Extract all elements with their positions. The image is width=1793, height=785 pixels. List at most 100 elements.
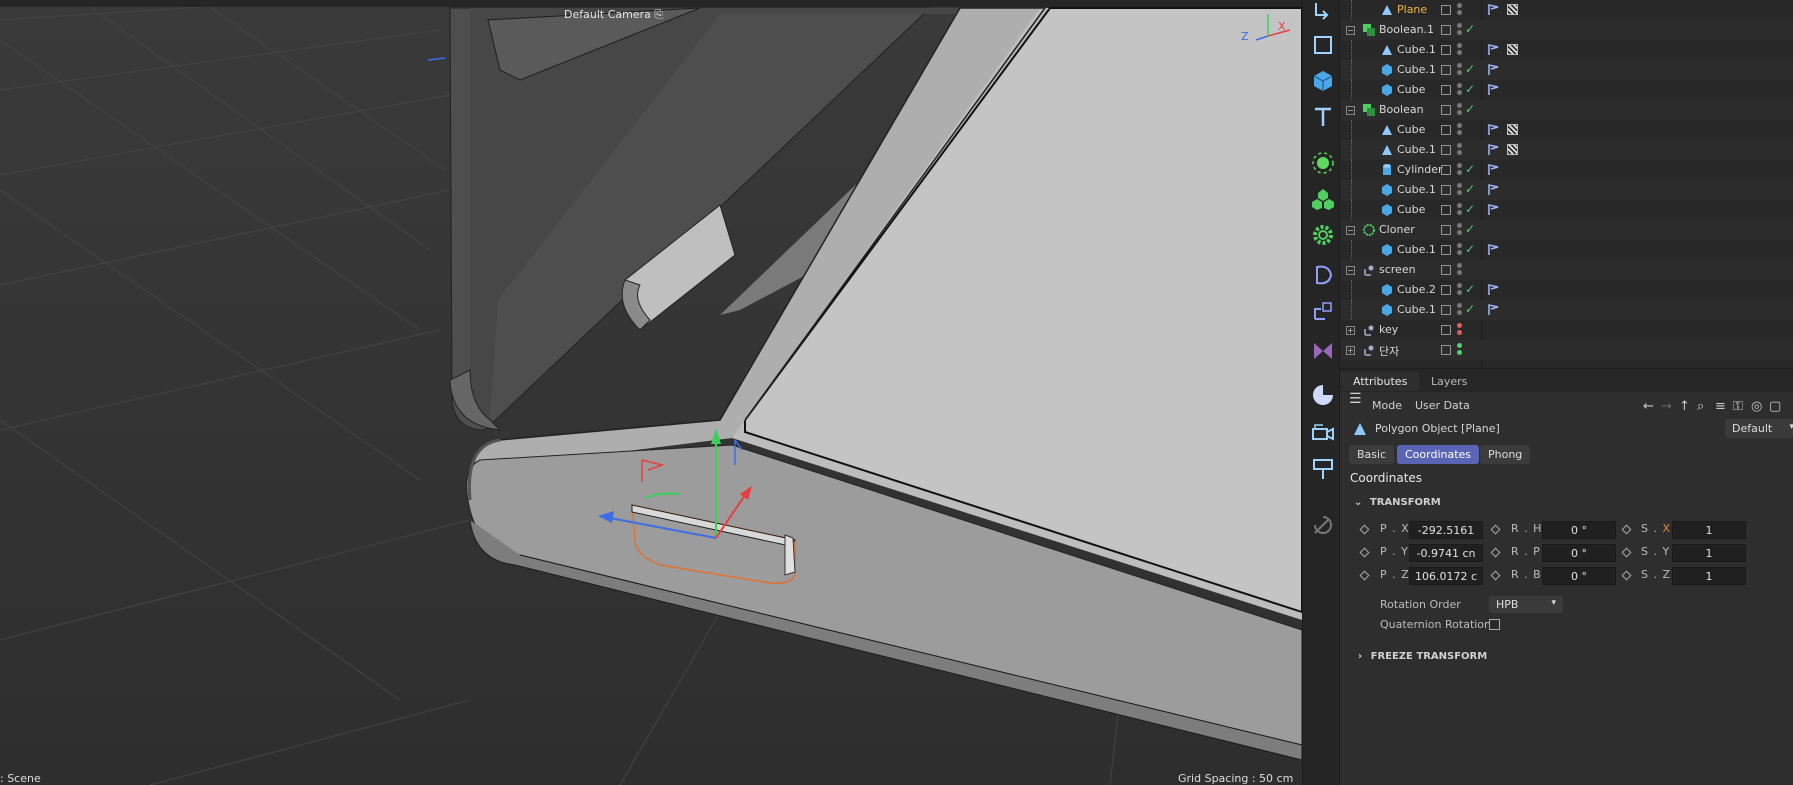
editor-visibility-icon[interactable] [1441,325,1451,335]
editor-visibility-icon[interactable] [1441,145,1451,155]
enabled-check-icon[interactable]: ✓ [1465,22,1475,36]
collapse-icon[interactable]: − [1346,226,1355,235]
editor-visibility-icon[interactable] [1441,85,1451,95]
tag-flag-icon[interactable] [1488,44,1499,55]
editor-visibility-icon[interactable] [1441,165,1451,175]
camera-name[interactable]: Default Camera [564,8,651,21]
editor-visibility-icon[interactable] [1441,185,1451,195]
hamburger-menu-icon[interactable]: ☰ [1349,391,1362,407]
keyframe-diamond-icon[interactable] [1359,570,1370,581]
keyframe-diamond-icon[interactable] [1490,524,1501,535]
enabled-check-icon[interactable]: ✓ [1465,282,1475,296]
visibility-dots-icon[interactable] [1457,283,1463,297]
editor-visibility-icon[interactable] [1441,205,1451,215]
rotation-b-field[interactable]: 0 ° [1542,567,1616,585]
enabled-check-icon[interactable]: ✓ [1465,182,1475,196]
object-row[interactable]: Cube.1 ✓ [1341,240,1793,260]
collapse-icon[interactable]: − [1346,106,1355,115]
enabled-check-icon[interactable]: ✓ [1465,82,1475,96]
enabled-check-icon[interactable]: ✓ [1465,222,1475,236]
visibility-dots-icon[interactable] [1457,343,1463,357]
target-icon[interactable]: ◎ [1751,399,1762,414]
expand-icon[interactable]: + [1346,346,1355,355]
rotation-h-field[interactable]: 0 ° [1542,521,1616,539]
tag-flag-icon[interactable] [1488,64,1499,75]
mograph-icon[interactable] [1310,186,1336,212]
object-row[interactable]: Cube ✓ [1341,200,1793,220]
visibility-dots-icon[interactable] [1457,243,1463,257]
camera-icon[interactable] [1310,420,1336,446]
editor-visibility-icon[interactable] [1441,345,1451,355]
material-icon[interactable] [1310,382,1336,408]
editor-visibility-icon[interactable] [1441,305,1451,315]
subtab-coordinates[interactable]: Coordinates [1397,445,1480,464]
render-icon[interactable] [1310,456,1336,482]
object-name[interactable]: Boolean.1 [1379,23,1434,36]
visibility-dots-icon[interactable] [1457,223,1463,237]
visibility-dots-icon[interactable] [1457,103,1463,117]
object-row[interactable]: Cube.1 [1341,140,1793,160]
scale-z-field[interactable]: 1 [1672,567,1746,585]
expand-icon[interactable]: + [1346,326,1355,335]
tag-flag-icon[interactable] [1488,304,1499,315]
object-name[interactable]: Cube.1 [1397,43,1436,56]
tag-flag-icon[interactable] [1488,204,1499,215]
keyframe-diamond-icon[interactable] [1359,524,1370,535]
filter-icon[interactable]: ≡ [1715,399,1726,414]
editor-visibility-icon[interactable] [1441,285,1451,295]
position-x-field[interactable]: -292.5161 [1409,521,1483,539]
text-icon[interactable] [1310,104,1336,130]
tag-flag-icon[interactable] [1488,284,1499,295]
object-name[interactable]: Cube.1 [1397,63,1436,76]
enabled-check-icon[interactable]: ✓ [1465,202,1475,216]
object-row[interactable]: + 단자 [1341,340,1793,360]
object-name[interactable]: Cylinder [1397,163,1443,176]
visibility-dots-icon[interactable] [1457,3,1463,17]
move-tool-icon[interactable] [1310,0,1336,26]
scale-x-field[interactable]: 1 [1672,521,1746,539]
object-row[interactable]: Cube.1 [1341,40,1793,60]
keyframe-diamond-icon[interactable] [1490,547,1501,558]
tag-flag-icon[interactable] [1488,124,1499,135]
mode-menu[interactable]: Mode [1372,399,1402,412]
search-icon[interactable]: ⌕ [1697,399,1704,414]
object-row[interactable]: Plane [1341,0,1793,20]
enabled-check-icon[interactable]: ✓ [1465,302,1475,316]
visibility-dots-icon[interactable] [1457,323,1463,337]
object-row[interactable]: − Boolean.1 ✓ [1341,20,1793,40]
cube-solid-icon[interactable] [1310,68,1336,94]
position-y-field[interactable]: -0.9741 cn [1409,544,1483,562]
back-arrow-icon[interactable]: ← [1643,399,1654,414]
object-row[interactable]: Cube.1 ✓ [1341,180,1793,200]
visibility-dots-icon[interactable] [1457,43,1463,57]
enabled-check-icon[interactable]: ✓ [1465,102,1475,116]
object-name[interactable]: Cube.1 [1397,143,1436,156]
editor-visibility-icon[interactable] [1441,65,1451,75]
tag-flag-icon[interactable] [1488,4,1499,15]
subtab-basic[interactable]: Basic [1349,445,1395,464]
freeze-transform-group[interactable]: › FREEZE TRANSFORM [1358,651,1487,662]
visibility-dots-icon[interactable] [1457,143,1463,157]
tab-attributes[interactable]: Attributes [1341,372,1420,391]
scale-y-field[interactable]: 1 [1672,544,1746,562]
collapse-icon[interactable]: − [1346,26,1355,35]
object-row[interactable]: Cylinder ✓ [1341,160,1793,180]
camera-link-icon[interactable]: ⎘ [654,8,663,21]
editor-visibility-icon[interactable] [1441,125,1451,135]
object-name[interactable]: screen [1379,263,1416,276]
keyframe-diamond-icon[interactable] [1359,547,1370,558]
camera-label[interactable]: Default Camera ⎘ [564,8,663,22]
tag-flag-icon[interactable] [1488,164,1499,175]
enabled-check-icon[interactable]: ✓ [1465,62,1475,76]
tag-flag-icon[interactable] [1488,244,1499,255]
editor-visibility-icon[interactable] [1441,225,1451,235]
object-row[interactable]: Cube.1 ✓ [1341,60,1793,80]
rotation-order-dropdown[interactable]: HPB ▾ [1489,596,1563,613]
texture-tag-icon[interactable] [1507,124,1518,135]
visibility-dots-icon[interactable] [1457,203,1463,217]
texture-tag-icon[interactable] [1507,144,1518,155]
position-z-field[interactable]: 106.0172 c [1409,567,1483,585]
keyframe-diamond-icon[interactable] [1490,570,1501,581]
editor-visibility-icon[interactable] [1441,5,1451,15]
editor-visibility-icon[interactable] [1441,245,1451,255]
